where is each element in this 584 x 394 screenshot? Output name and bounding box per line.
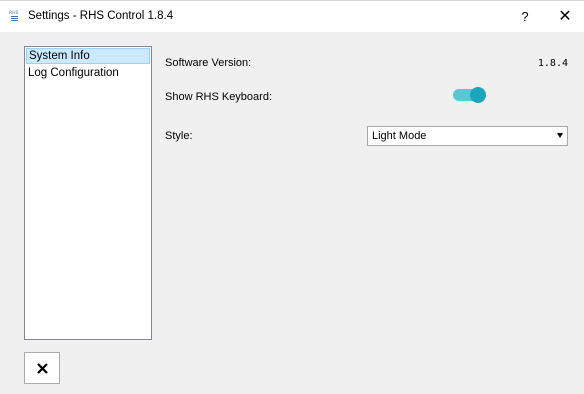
style-dropdown[interactable]: Light Mode	[367, 126, 568, 146]
app-icon: RHS	[9, 10, 19, 21]
settings-nav-list[interactable]: System Info Log Configuration	[24, 46, 152, 340]
style-label: Style:	[165, 130, 193, 142]
show-keyboard-label: Show RHS Keyboard:	[165, 91, 272, 103]
style-dropdown-value: Light Mode	[372, 130, 427, 142]
software-version-label: Software Version:	[165, 57, 252, 69]
window-title: Settings - RHS Control 1.8.4	[28, 10, 174, 22]
nav-item-log-configuration[interactable]: Log Configuration	[26, 65, 150, 81]
svg-text:RHS: RHS	[9, 10, 19, 16]
toggle-knob	[470, 87, 486, 103]
show-keyboard-toggle[interactable]	[453, 87, 486, 103]
help-button[interactable]: ?	[514, 5, 536, 29]
software-version-value: 1.8.4	[537, 58, 568, 69]
title-bar: RHS Settings - RHS Control 1.8.4 ? ✕	[0, 0, 584, 32]
nav-item-system-info[interactable]: System Info	[26, 48, 150, 64]
close-settings-button[interactable]	[24, 352, 60, 384]
chevron-down-icon	[557, 133, 563, 138]
settings-window: RHS Settings - RHS Control 1.8.4 ? ✕ Sys…	[0, 0, 584, 394]
x-icon	[37, 363, 48, 374]
window-close-button[interactable]: ✕	[552, 5, 578, 29]
